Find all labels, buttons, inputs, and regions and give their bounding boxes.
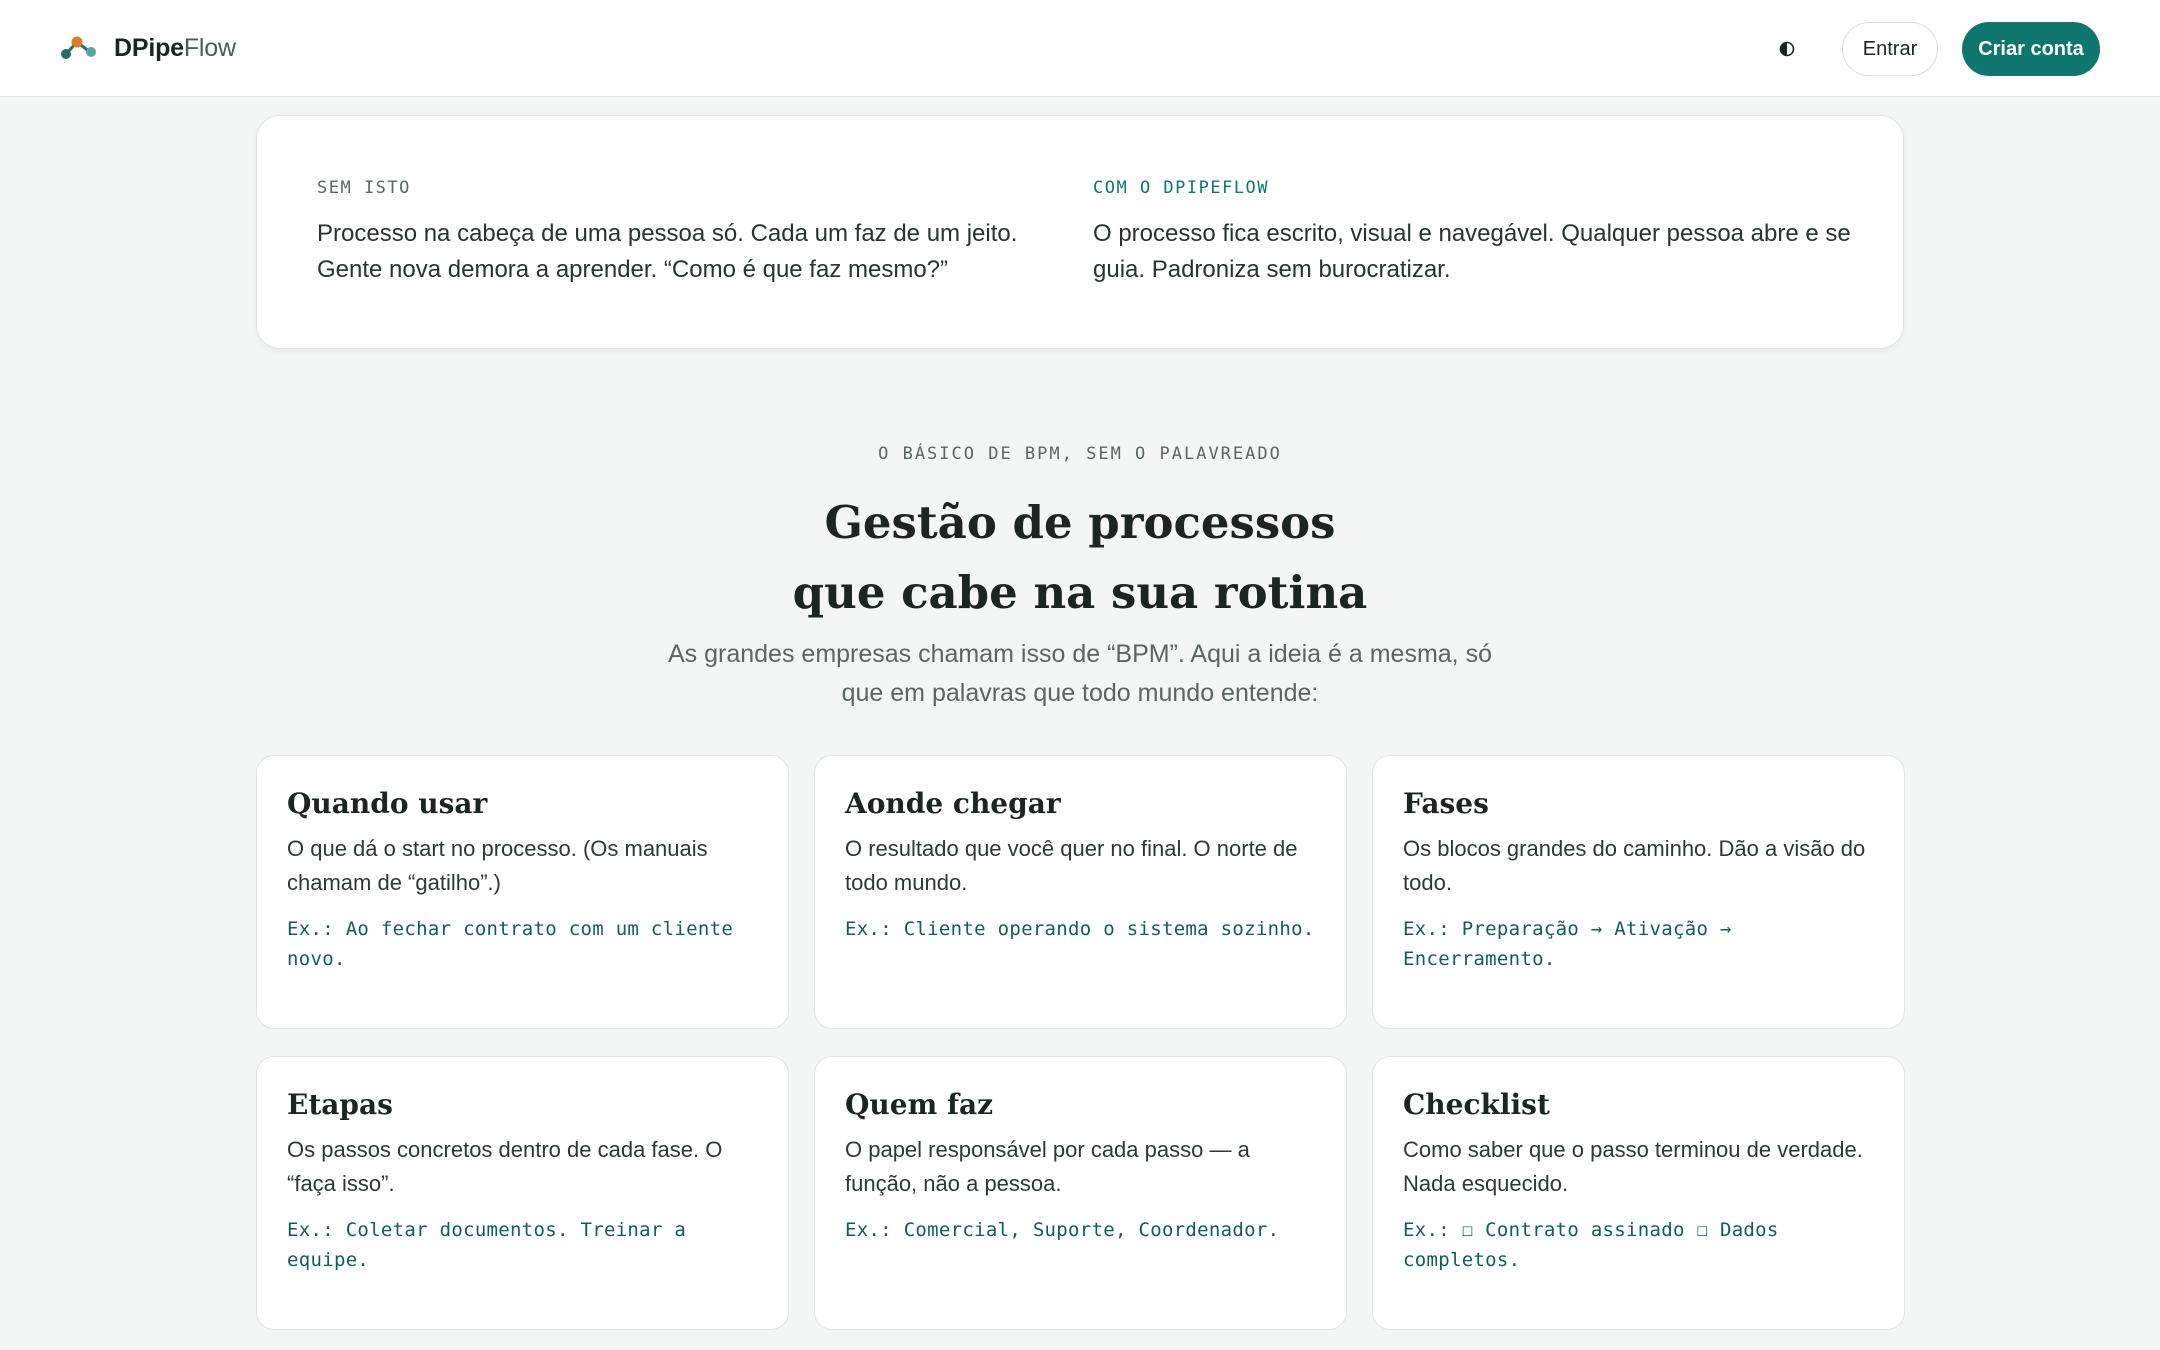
section-title: Gestão de processos que cabe na sua roti… [792,496,1368,619]
card-description: Os blocos grandes do caminho. Dão a visã… [1403,836,1866,895]
card-example: Ex.: Coletar documentos. Treinar a equip… [287,1219,687,1271]
brand-home-link[interactable]: DPipeFlow [60,28,236,68]
card-example: Ex.: Comercial, Suporte, Coordenador. [845,1219,1280,1241]
before-after-comparison-card: SEM ISTO Processo na cabeça de uma pesso… [256,115,1904,349]
with-label: COM O DPIPEFLOW [1093,178,1270,198]
theme-toggle-button[interactable] [1772,34,1802,64]
signup-button[interactable]: Criar conta [1962,22,2100,76]
brand-name-light: Flow [183,33,236,62]
concept-card-checklist: Checklist Como saber que o passo termino… [1372,1056,1905,1330]
brand-name: DPipeFlow [114,34,236,63]
contrast-icon [1779,41,1795,57]
card-example: Ex.: ☐ Contrato assinado ☐ Dados complet… [1403,1219,1779,1271]
card-description: O papel responsável por cada passo — a f… [845,1137,1250,1196]
card-description: O que dá o start no processo. (Os manuai… [287,836,708,895]
section-subtitle: As grandes empresas chamam isso de “BPM”… [668,640,1492,707]
with-text: O processo fica escrito, visual e navegá… [1093,220,1851,283]
card-description: Os passos concretos dentro de cada fase.… [287,1137,723,1196]
login-button[interactable]: Entrar [1842,22,1938,76]
card-example: Ex.: Cliente operando o sistema sozinho. [845,918,1315,940]
card-title: Fases [1403,787,1489,820]
concept-card-aonde-chegar: Aonde chegar O resultado que você quer n… [814,755,1347,1029]
concept-card-fases: Fases Os blocos grandes do caminho. Dão … [1372,755,1905,1029]
section-eyebrow: O BÁSICO DE BPM, SEM O PALAVREADO [878,444,1282,464]
card-title: Quem faz [845,1088,994,1121]
without-text: Processo na cabeça de uma pessoa só. Cad… [317,220,1018,283]
concept-card-etapas: Etapas Os passos concretos dentro de cad… [256,1056,789,1330]
concept-card-quem-faz: Quem faz O papel responsável por cada pa… [814,1056,1347,1330]
brand-name-strong: DPipe [114,33,184,62]
card-description: O resultado que você quer no final. O no… [845,836,1298,895]
without-column: SEM ISTO Processo na cabeça de uma pesso… [317,178,1077,288]
card-title: Checklist [1403,1088,1550,1121]
card-example: Ex.: Preparação → Ativação → Encerrament… [1403,918,1732,970]
card-title: Aonde chegar [845,787,1061,820]
top-navigation-bar: DPipeFlow Entrar Criar conta [0,0,2160,97]
concept-card-quando-usar: Quando usar O que dá o start no processo… [256,755,789,1029]
card-example: Ex.: Ao fechar contrato com um cliente n… [287,918,734,970]
pipeline-logo-icon [61,36,96,59]
without-label: SEM ISTO [317,178,411,198]
with-column: COM O DPIPEFLOW O processo fica escrito,… [1093,178,1853,288]
card-title: Quando usar [287,787,488,820]
card-title: Etapas [287,1088,393,1121]
card-description: Como saber que o passo terminou de verda… [1403,1137,1863,1196]
